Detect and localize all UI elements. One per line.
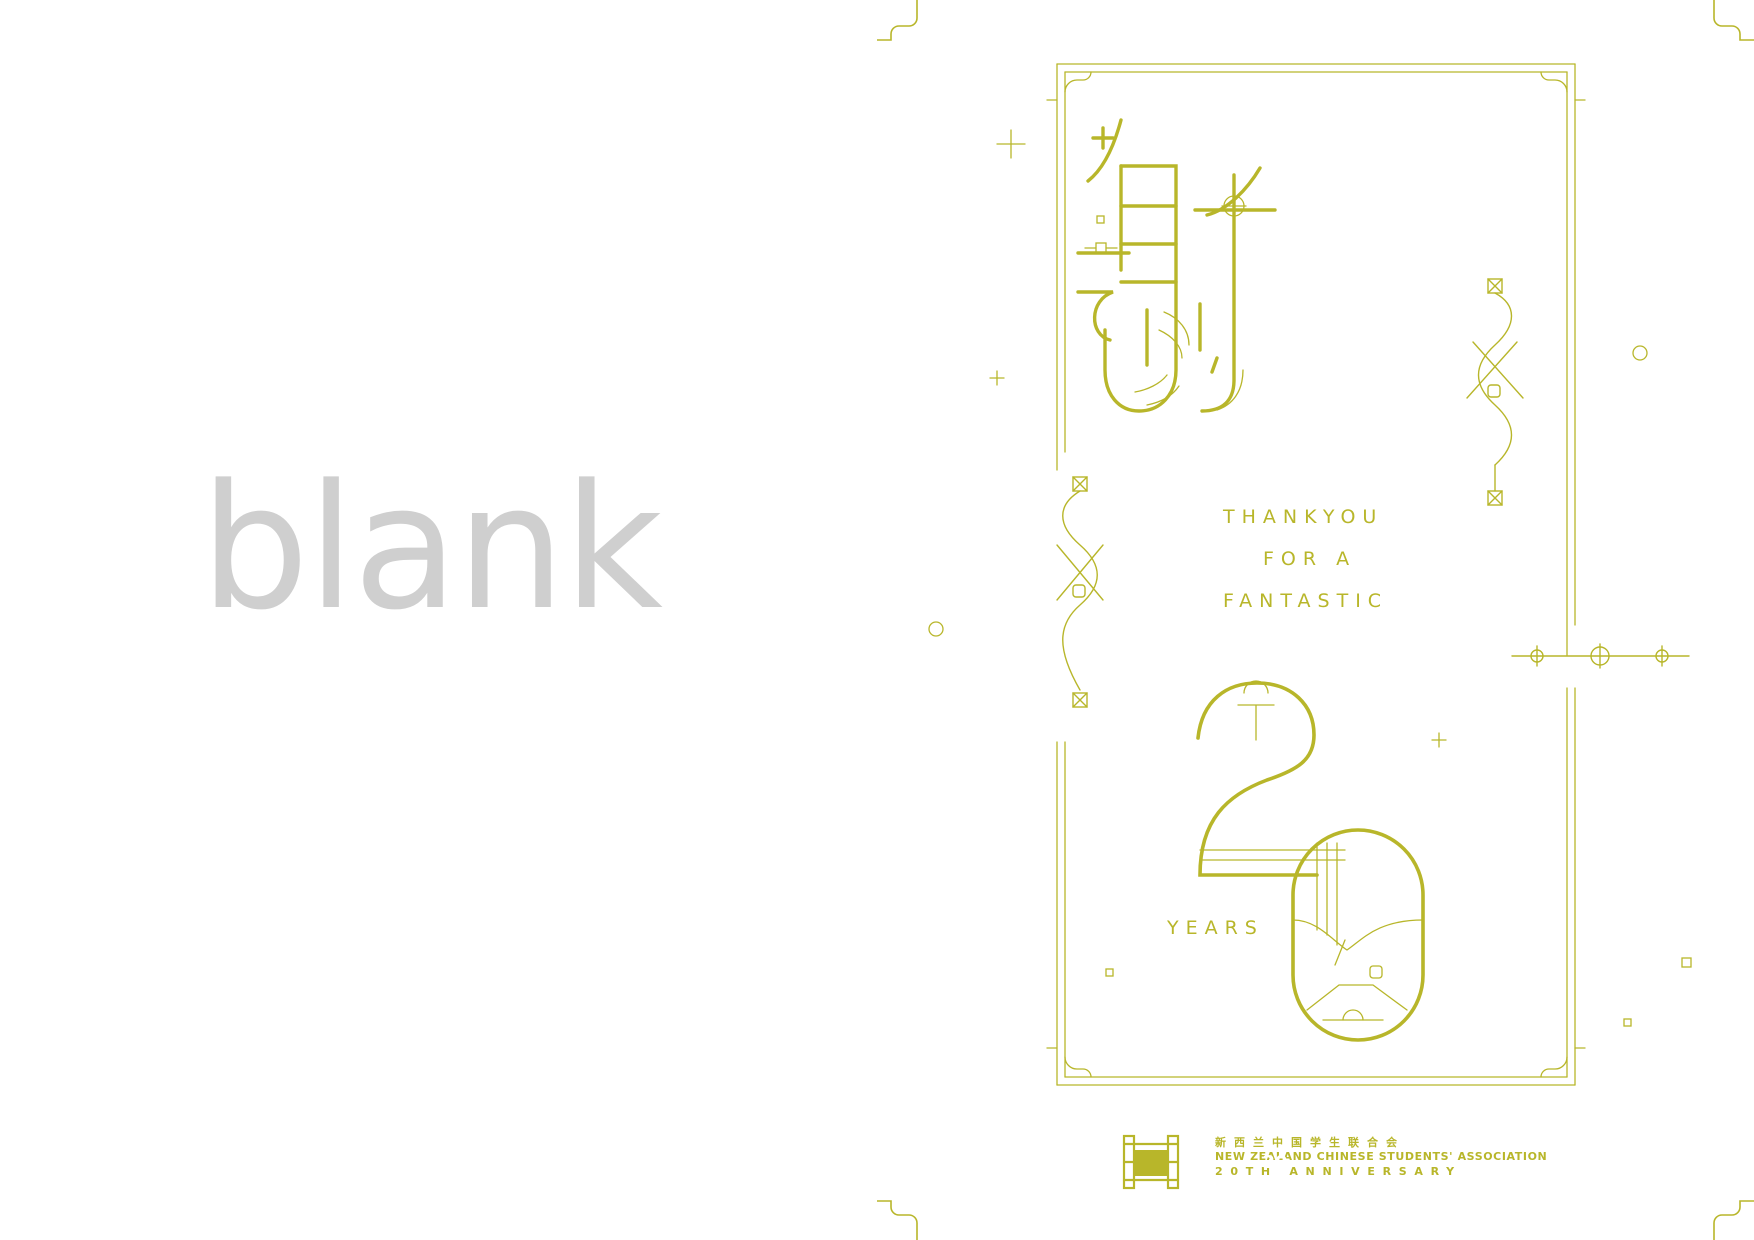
card-artwork [877,0,1754,1240]
organization-name-cn: 新西兰中国学生联合会 [1215,1136,1405,1149]
corner-ornament-top-right [1713,0,1754,41]
message-line-3: FANTASTIC [1223,590,1389,612]
corner-ornament-bottom-left [877,1200,918,1240]
line-ornament [1511,643,1690,669]
corner-ornament-top-left [877,0,918,41]
title-char-glyph [1076,118,1277,413]
blank-label: blank [200,447,663,648]
years-label: YEARS [1167,917,1264,939]
double-frame [1046,63,1586,1086]
number-20-glyph [1196,681,1425,1042]
left-page: blank [0,0,877,1240]
logo-badge-number: 20 [1262,1152,1288,1173]
message-line-2: FOR A [1263,548,1357,570]
number-20-details [1199,680,1424,1021]
ribbon-ornament-left [1056,476,1104,708]
message-line-1: THANKYOU [1223,506,1384,528]
ribbon-ornament-right [1466,278,1524,506]
logo-badge [1122,1134,1180,1190]
right-page: THANKYOU FOR A FANTASTIC YEARS 新西兰中国学生联合… [877,0,1754,1240]
corner-ornament-bottom-right [1713,1200,1754,1240]
scattered-accents [928,215,1692,1027]
